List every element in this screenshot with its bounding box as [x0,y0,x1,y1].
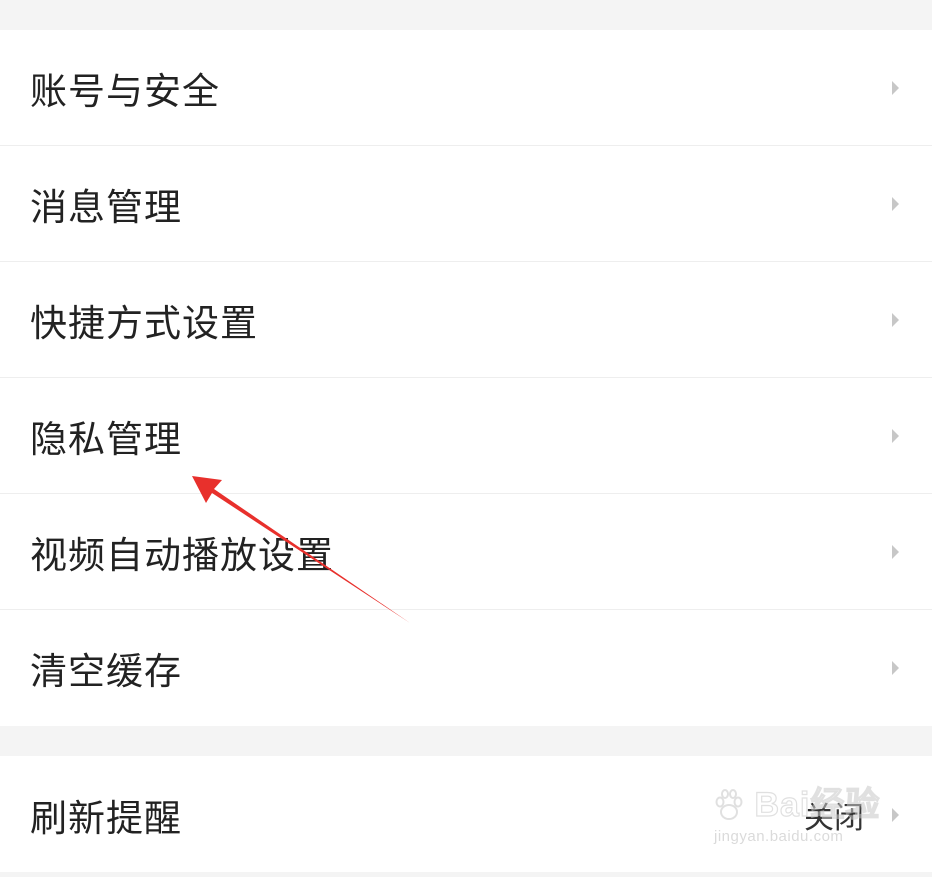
settings-item-label: 账号与安全 [30,69,220,113]
settings-item-account-security[interactable]: 账号与安全 [0,30,932,146]
settings-group-main: 账号与安全 消息管理 快捷方式设置 隐私管理 视频自动播放设置 清空缓存 [0,30,932,726]
chevron-right-icon [890,79,902,97]
chevron-right-icon [890,543,902,561]
settings-item-message-management[interactable]: 消息管理 [0,146,932,262]
chevron-right-icon [890,311,902,329]
section-spacer [0,726,932,756]
settings-item-privacy-management[interactable]: 隐私管理 [0,378,932,494]
settings-item-label: 视频自动播放设置 [30,533,334,577]
bottom-edge [0,872,932,877]
settings-item-label: 隐私管理 [30,417,182,461]
refresh-reminder-value: 关闭 [804,801,864,836]
chevron-right-icon [890,659,902,677]
top-spacer [0,0,932,30]
settings-item-label: 清空缓存 [30,650,182,693]
settings-item-video-autoplay[interactable]: 视频自动播放设置 [0,494,932,610]
settings-item-label: 刷新提醒 [30,797,182,840]
settings-item-clear-cache[interactable]: 清空缓存 [0,610,932,726]
settings-item-label: 快捷方式设置 [30,301,258,345]
chevron-right-icon [890,195,902,213]
settings-group-refresh: 刷新提醒 关闭 [0,756,932,874]
settings-item-refresh-reminder[interactable]: 刷新提醒 关闭 [0,756,932,874]
settings-item-label: 消息管理 [30,185,182,229]
chevron-right-icon [890,427,902,445]
chevron-right-icon [890,806,902,824]
settings-item-shortcut-settings[interactable]: 快捷方式设置 [0,262,932,378]
